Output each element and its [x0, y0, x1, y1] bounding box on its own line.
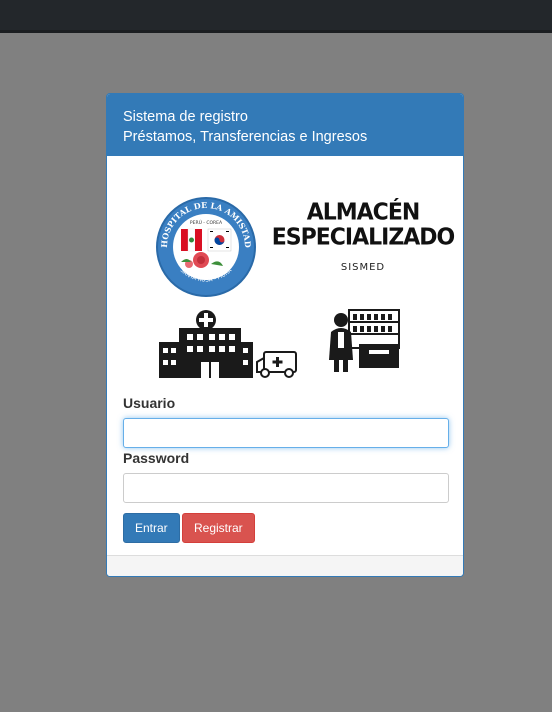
- password-label: Password: [123, 450, 190, 466]
- panel-heading: Sistema de registro Préstamos, Transfere…: [107, 94, 463, 156]
- login-panel: Sistema de registro Préstamos, Transfere…: [106, 93, 464, 577]
- almacen-logo-subtitle: SISMED: [340, 262, 386, 273]
- almacen-logo: ALMACÉN ESPECIALIZADO SISMED: [267, 199, 459, 273]
- panel-title-line1: Sistema de registro: [123, 109, 248, 125]
- pharmacist-icon: [329, 309, 400, 372]
- hospital-building-icon: [159, 310, 297, 378]
- panel-body: HOSPITAL DE LA AMISTAD SANTA ROSA - PIUR…: [107, 156, 463, 558]
- entrar-button[interactable]: Entrar: [123, 513, 180, 543]
- almacen-logo-line2: ESPECIALIZADO: [271, 224, 456, 251]
- password-input[interactable]: [123, 473, 449, 503]
- usuario-input[interactable]: [123, 418, 449, 448]
- panel-title-line2: Préstamos, Transferencias e Ingresos: [123, 129, 368, 145]
- hospital-logo-text-mid: PERÚ - COREA: [190, 219, 223, 226]
- usuario-label: Usuario: [123, 395, 176, 411]
- browser-top-bar: [0, 0, 552, 33]
- registrar-button[interactable]: Registrar: [182, 513, 255, 543]
- almacen-logo-line1: ALMACÉN: [306, 199, 421, 226]
- panel-footer: [107, 555, 463, 576]
- hospital-logo: HOSPITAL DE LA AMISTAD SANTA ROSA - PIUR…: [156, 197, 256, 297]
